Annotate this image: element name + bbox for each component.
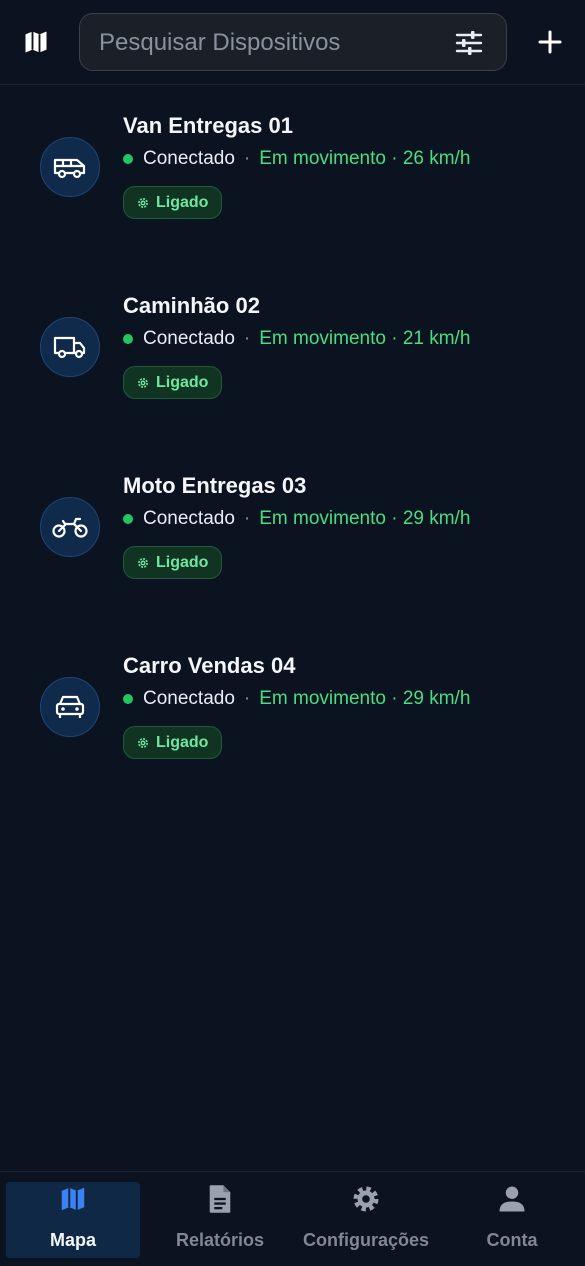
gear-icon (353, 1186, 379, 1212)
status-separator: · (243, 688, 251, 709)
device-avatar (40, 677, 100, 737)
device-status: Conectado · Em movimento · 29 km/h (123, 688, 470, 710)
ignition-badge: Ligado (123, 186, 223, 219)
device-name: Van Entregas 01 (123, 113, 293, 138)
ignition-label: Ligado (156, 193, 209, 211)
ignition-badge: Ligado (123, 366, 223, 399)
device-row[interactable]: Caminhão 02 Conectado · Em movimento · 2… (0, 293, 585, 433)
device-row[interactable]: Van Entregas 01 Conectado · Em movimento… (0, 113, 585, 253)
nav-label: Configurações (302, 1230, 430, 1250)
gear-icon (136, 736, 150, 750)
online-indicator (123, 154, 133, 164)
search-input[interactable] (99, 26, 439, 60)
device-avatar (40, 497, 100, 557)
device-name: Moto Entregas 03 (123, 473, 307, 498)
ignition-label: Ligado (156, 553, 209, 571)
nav-label: Mapa (49, 1230, 96, 1250)
motion-status: Em movimento · 21 km/h (259, 328, 471, 349)
person-icon (499, 1186, 525, 1212)
device-name: Caminhão 02 (123, 293, 260, 318)
van-icon (53, 158, 86, 179)
online-indicator (123, 514, 133, 524)
bottom-navigation: Mapa Relatórios Configurações Conta (0, 1171, 585, 1266)
online-indicator (123, 694, 133, 704)
gear-icon (136, 196, 150, 210)
document-icon (209, 1185, 231, 1213)
status-separator: · (243, 328, 251, 349)
nav-item-conta[interactable]: Conta (462, 1182, 562, 1258)
nav-label: Conta (486, 1230, 538, 1250)
filter-button[interactable] (454, 29, 484, 57)
device-name: Carro Vendas 04 (123, 653, 296, 678)
motion-status: Em movimento · 26 km/h (259, 148, 471, 169)
ignition-label: Ligado (156, 373, 209, 391)
device-status: Conectado · Em movimento · 29 km/h (123, 508, 470, 530)
connection-status: Conectado (143, 688, 235, 709)
device-row[interactable]: Carro Vendas 04 Conectado · Em movimento… (0, 653, 585, 793)
device-row[interactable]: Moto Entregas 03 Conectado · Em moviment… (0, 473, 585, 613)
map-icon (25, 31, 47, 53)
motion-status: Em movimento · 29 km/h (259, 508, 471, 529)
motion-status: Em movimento · 29 km/h (259, 688, 471, 709)
ignition-badge: Ligado (123, 546, 223, 579)
map-view-button[interactable] (18, 24, 54, 60)
nav-item-mapa[interactable]: Mapa (6, 1182, 140, 1258)
status-separator: · (243, 508, 251, 529)
connection-status: Conectado (143, 148, 235, 169)
map-icon (61, 1187, 85, 1211)
truck-icon (53, 336, 86, 359)
online-indicator (123, 334, 133, 344)
nav-item-relatorios[interactable]: Relatórios (160, 1182, 280, 1258)
device-avatar (40, 137, 100, 197)
device-avatar (40, 317, 100, 377)
car-icon (55, 695, 85, 718)
top-bar (0, 0, 585, 85)
nav-item-configuracoes[interactable]: Configurações (300, 1182, 432, 1258)
gear-icon (136, 376, 150, 390)
ignition-label: Ligado (156, 733, 209, 751)
nav-label: Relatórios (175, 1230, 265, 1250)
motorcycle-icon (52, 517, 88, 538)
device-status: Conectado · Em movimento · 21 km/h (123, 328, 470, 350)
gear-icon (136, 556, 150, 570)
connection-status: Conectado (143, 508, 235, 529)
sliders-icon (455, 31, 483, 55)
device-status: Conectado · Em movimento · 26 km/h (123, 148, 470, 170)
plus-icon (538, 30, 562, 54)
search-box (79, 13, 507, 71)
add-device-button[interactable] (534, 26, 566, 58)
ignition-badge: Ligado (123, 726, 223, 759)
connection-status: Conectado (143, 328, 235, 349)
status-separator: · (243, 148, 251, 169)
